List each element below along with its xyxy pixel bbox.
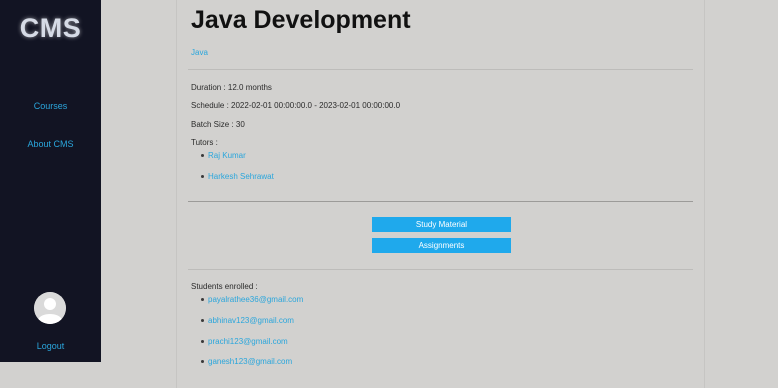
brand-logo: CMS — [19, 13, 82, 43]
student-email-item[interactable]: payalrathee36@gmail.com — [200, 295, 303, 304]
student-email-item[interactable]: prachi123@gmail.com — [201, 337, 288, 346]
tutor-item-raj-kumar[interactable]: Raj Kumar — [201, 151, 246, 160]
logout-link[interactable]: Logout — [0, 341, 101, 351]
course-duration: Duration : 12.0 months — [191, 83, 272, 92]
divider — [188, 69, 693, 70]
study-material-button[interactable]: Study Material — [372, 217, 511, 232]
course-card — [176, 0, 705, 388]
assignments-button[interactable]: Assignments — [372, 238, 511, 253]
course-tag-link[interactable]: Java — [191, 48, 208, 57]
divider — [188, 201, 693, 202]
divider — [188, 269, 693, 270]
tutor-item-harkesh-sehrawat[interactable]: Harkesh Sehrawat — [201, 172, 274, 181]
nav-about-link[interactable]: About CMS — [0, 139, 101, 149]
user-avatar-icon[interactable] — [34, 292, 66, 324]
student-email-item[interactable]: abhinav123@gmail.com — [201, 316, 294, 325]
nav-courses-link[interactable]: Courses — [0, 101, 101, 111]
sidebar: CMS Courses About CMS Logout — [0, 0, 101, 362]
course-schedule: Schedule : 2022-02-01 00:00:00.0 - 2023-… — [191, 101, 401, 110]
students-enrolled-label: Students enrolled : — [191, 282, 258, 291]
tutors-label: Tutors : — [191, 138, 218, 147]
course-batch-size: Batch Size : 30 — [191, 120, 245, 129]
course-title: Java Development — [191, 6, 411, 34]
